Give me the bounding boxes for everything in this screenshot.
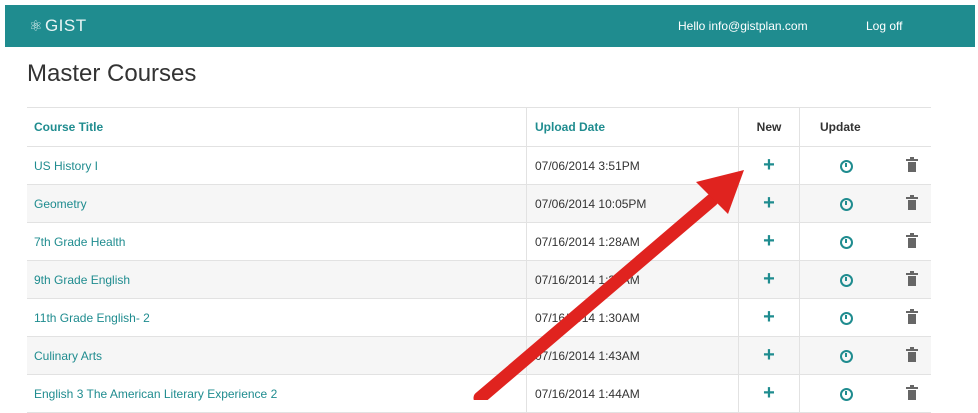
course-title-link[interactable]: 9th Grade English xyxy=(27,260,527,299)
table-row: Geometry 07/06/2014 10:05PM + xyxy=(27,184,931,223)
column-header-upload-date[interactable]: Upload Date xyxy=(526,107,739,147)
upload-date: 07/16/2014 1:30AM xyxy=(526,298,739,337)
brand-logo[interactable]: ⚛ GIST xyxy=(29,5,87,47)
plus-icon[interactable]: + xyxy=(763,231,775,251)
upload-date: 07/16/2014 1:43AM xyxy=(526,336,739,375)
course-title-link[interactable]: US History I xyxy=(27,146,527,185)
table-row: Culinary Arts 07/16/2014 1:43AM + xyxy=(27,336,931,375)
column-header-course-title[interactable]: Course Title xyxy=(27,107,527,147)
course-title-link[interactable]: English 3 The American Literary Experien… xyxy=(27,374,527,413)
table-row: 9th Grade English 07/16/2014 1:30AM + xyxy=(27,260,931,299)
user-greeting[interactable]: Hello info@gistplan.com xyxy=(678,5,808,47)
course-title-link[interactable]: Culinary Arts xyxy=(27,336,527,375)
courses-table: Course Title Upload Date New Update US H… xyxy=(27,107,931,413)
course-title-link[interactable]: 7th Grade Health xyxy=(27,222,527,261)
trash-icon[interactable] xyxy=(906,195,918,211)
atom-icon: ⚛ xyxy=(29,18,43,35)
plus-icon[interactable]: + xyxy=(763,345,775,365)
plus-icon[interactable]: + xyxy=(763,269,775,289)
course-title-link[interactable]: 11th Grade English- 2 xyxy=(27,298,527,337)
brand-name: GIST xyxy=(44,16,87,35)
clock-icon[interactable] xyxy=(840,387,853,401)
table-row: English 3 The American Literary Experien… xyxy=(27,374,931,413)
table-row: 7th Grade Health 07/16/2014 1:28AM + xyxy=(27,222,931,261)
trash-icon[interactable] xyxy=(906,233,918,249)
clock-icon[interactable] xyxy=(840,273,853,287)
clock-icon[interactable] xyxy=(840,159,853,173)
plus-icon[interactable]: + xyxy=(763,307,775,327)
column-header-update: Update xyxy=(799,107,893,147)
plus-icon[interactable]: + xyxy=(763,383,775,403)
trash-icon[interactable] xyxy=(906,309,918,325)
plus-icon[interactable]: + xyxy=(763,155,775,175)
plus-icon[interactable]: + xyxy=(763,193,775,213)
trash-icon[interactable] xyxy=(906,347,918,363)
logoff-link[interactable]: Log off xyxy=(866,5,902,47)
table-row: 11th Grade English- 2 07/16/2014 1:30AM … xyxy=(27,298,931,337)
top-navbar: ⚛ GIST Hello info@gistplan.com Log off xyxy=(5,5,975,47)
upload-date: 07/16/2014 1:28AM xyxy=(526,222,739,261)
clock-icon[interactable] xyxy=(840,197,853,211)
column-header-delete xyxy=(893,107,931,147)
trash-icon[interactable] xyxy=(906,271,918,287)
trash-icon[interactable] xyxy=(906,157,918,173)
table-header-row: Course Title Upload Date New Update xyxy=(27,107,931,147)
clock-icon[interactable] xyxy=(840,235,853,249)
table-row: US History I 07/06/2014 3:51PM + xyxy=(27,146,931,185)
upload-date: 07/16/2014 1:30AM xyxy=(526,260,739,299)
upload-date: 07/16/2014 1:44AM xyxy=(526,374,739,413)
trash-icon[interactable] xyxy=(906,385,918,401)
page-title: Master Courses xyxy=(27,60,197,87)
clock-icon[interactable] xyxy=(840,349,853,363)
clock-icon[interactable] xyxy=(840,311,853,325)
course-title-link[interactable]: Geometry xyxy=(27,184,527,223)
upload-date: 07/06/2014 3:51PM xyxy=(526,146,739,185)
column-header-new: New xyxy=(738,107,800,147)
upload-date: 07/06/2014 10:05PM xyxy=(526,184,739,223)
